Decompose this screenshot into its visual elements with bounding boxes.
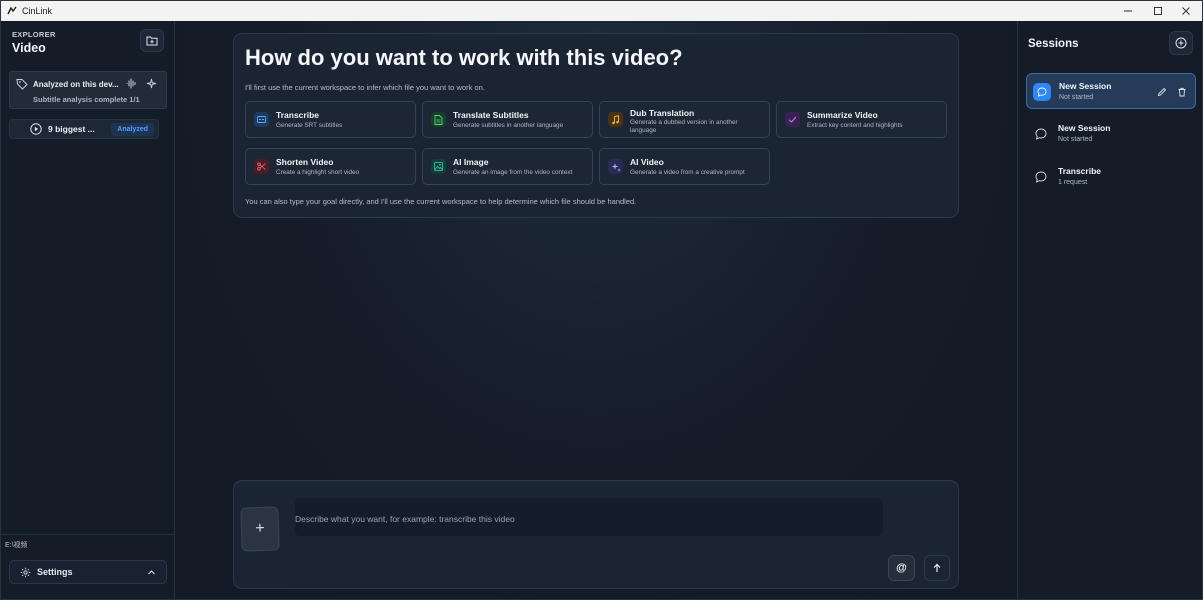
minimize-icon — [1124, 10, 1132, 12]
gear-icon — [20, 567, 31, 577]
music-note-icon — [608, 112, 623, 127]
option-description: Generate SRT subtitles — [276, 122, 343, 129]
file-card-status: Subtitle analysis complete 1/1 — [33, 95, 140, 104]
explorer-label: EXPLORER — [12, 30, 56, 39]
session-item[interactable]: Transcribe 1 request — [1026, 159, 1196, 195]
option-description: Generate a dubbed version in another lan… — [630, 119, 738, 134]
session-subtitle: Not started — [1058, 136, 1093, 143]
explorer-sidebar: EXPLORER Video Analyzed on this dev... S… — [1, 21, 175, 599]
option-title: Summarize Video — [807, 110, 878, 120]
session-subtitle: Not started — [1059, 94, 1094, 101]
option-ai-video[interactable]: AI Video Generate a video from a creativ… — [599, 148, 770, 185]
new-session-button[interactable] — [1169, 31, 1193, 55]
option-title: AI Video — [630, 157, 664, 167]
app-window: CinLink EXPLORER Video Analyzed on this … — [0, 0, 1203, 600]
minimize-button[interactable] — [1111, 1, 1145, 21]
waveform-icon[interactable] — [126, 78, 137, 89]
sessions-sidebar: Sessions New Session Not started New Ses… — [1017, 21, 1202, 599]
trash-icon[interactable] — [1177, 87, 1187, 97]
option-title: Dub Translation — [630, 108, 695, 118]
session-title: New Session — [1059, 81, 1112, 91]
pencil-icon[interactable] — [1157, 87, 1167, 97]
sparkles-icon[interactable] — [146, 78, 157, 89]
session-item[interactable]: New Session Not started — [1026, 116, 1196, 152]
chat-bubble-icon — [1033, 83, 1051, 101]
option-title: Transcribe — [276, 110, 319, 120]
option-dub-translation[interactable]: Dub Translation Generate a dubbed versio… — [599, 101, 770, 138]
option-summarize-video[interactable]: Summarize Video Extract key content and … — [776, 101, 947, 138]
session-title: New Session — [1058, 123, 1111, 133]
image-icon — [431, 159, 446, 174]
option-title: Shorten Video — [276, 157, 334, 167]
checkmark-icon — [785, 112, 800, 127]
sessions-title: Sessions — [1028, 38, 1079, 50]
folder-plus-icon — [146, 36, 158, 46]
analyzed-file-card[interactable]: Analyzed on this dev... Subtitle analysi… — [9, 71, 167, 109]
new-folder-button[interactable] — [140, 29, 164, 52]
close-icon — [1182, 7, 1190, 15]
chat-plus-icon — [1175, 37, 1187, 49]
play-icon — [30, 123, 42, 135]
arrow-up-icon — [933, 563, 941, 572]
chat-bubble-icon — [1032, 125, 1050, 143]
sidebar-divider — [1, 534, 175, 535]
option-title: AI Image — [453, 157, 489, 167]
session-item[interactable]: New Session Not started — [1026, 73, 1196, 109]
option-translate-subtitles[interactable]: Translate Subtitles Generate subtitles i… — [422, 101, 593, 138]
subtitles-icon — [254, 112, 269, 127]
option-description: Create a highlight short video — [276, 169, 360, 176]
video-item-name: 9 biggest ... — [48, 124, 95, 134]
attach-button[interactable]: + — [240, 506, 280, 552]
close-button[interactable] — [1169, 1, 1203, 21]
intent-hint: You can also type your goal directly, an… — [245, 197, 637, 206]
option-ai-image[interactable]: AI Image Generate an image from the vide… — [422, 148, 593, 185]
title-bar: CinLink — [1, 1, 1202, 21]
workspace-path: E:\视频 — [5, 542, 28, 549]
option-description: Generate a video from a creative prompt — [630, 169, 745, 176]
session-subtitle: 1 request — [1058, 179, 1088, 186]
intent-card: How do you want to work with this video?… — [233, 33, 959, 218]
prompt-input[interactable] — [295, 498, 883, 536]
option-shorten-video[interactable]: Shorten Video Create a highlight short v… — [245, 148, 416, 185]
session-title: Transcribe — [1058, 166, 1101, 176]
settings-label: Settings — [37, 567, 73, 577]
option-description: Generate subtitles in another language — [453, 122, 564, 129]
chevron-up-icon — [148, 570, 155, 575]
intent-heading: How do you want to work with this video? — [245, 45, 683, 70]
scissors-icon — [254, 159, 269, 174]
explorer-title: Video — [12, 41, 46, 55]
document-icon — [431, 112, 446, 127]
app-logo-icon — [7, 6, 17, 15]
chat-bubble-icon — [1032, 168, 1050, 186]
intent-subtitle: I'll first use the current workspace to … — [245, 83, 485, 92]
main-panel: How do you want to work with this video?… — [176, 21, 1016, 599]
composer-panel: + @ — [233, 480, 959, 589]
option-transcribe[interactable]: Transcribe Generate SRT subtitles — [245, 101, 416, 138]
analyzed-badge: Analyzed — [111, 123, 154, 136]
option-description: Generate an image from the video context — [453, 169, 573, 176]
video-list-item[interactable]: 9 biggest ... Analyzed — [9, 119, 159, 139]
sparkles-icon — [608, 159, 623, 174]
option-title: Translate Subtitles — [453, 110, 529, 120]
option-description: Extract key content and highlights — [807, 122, 903, 129]
window-title: CinLink — [22, 6, 53, 16]
settings-button[interactable]: Settings — [9, 560, 167, 584]
mention-button[interactable]: @ — [888, 555, 915, 581]
tag-icon — [16, 79, 28, 90]
file-card-name: Analyzed on this dev... — [33, 80, 119, 89]
maximize-icon — [1154, 7, 1162, 15]
send-button[interactable] — [924, 555, 950, 581]
